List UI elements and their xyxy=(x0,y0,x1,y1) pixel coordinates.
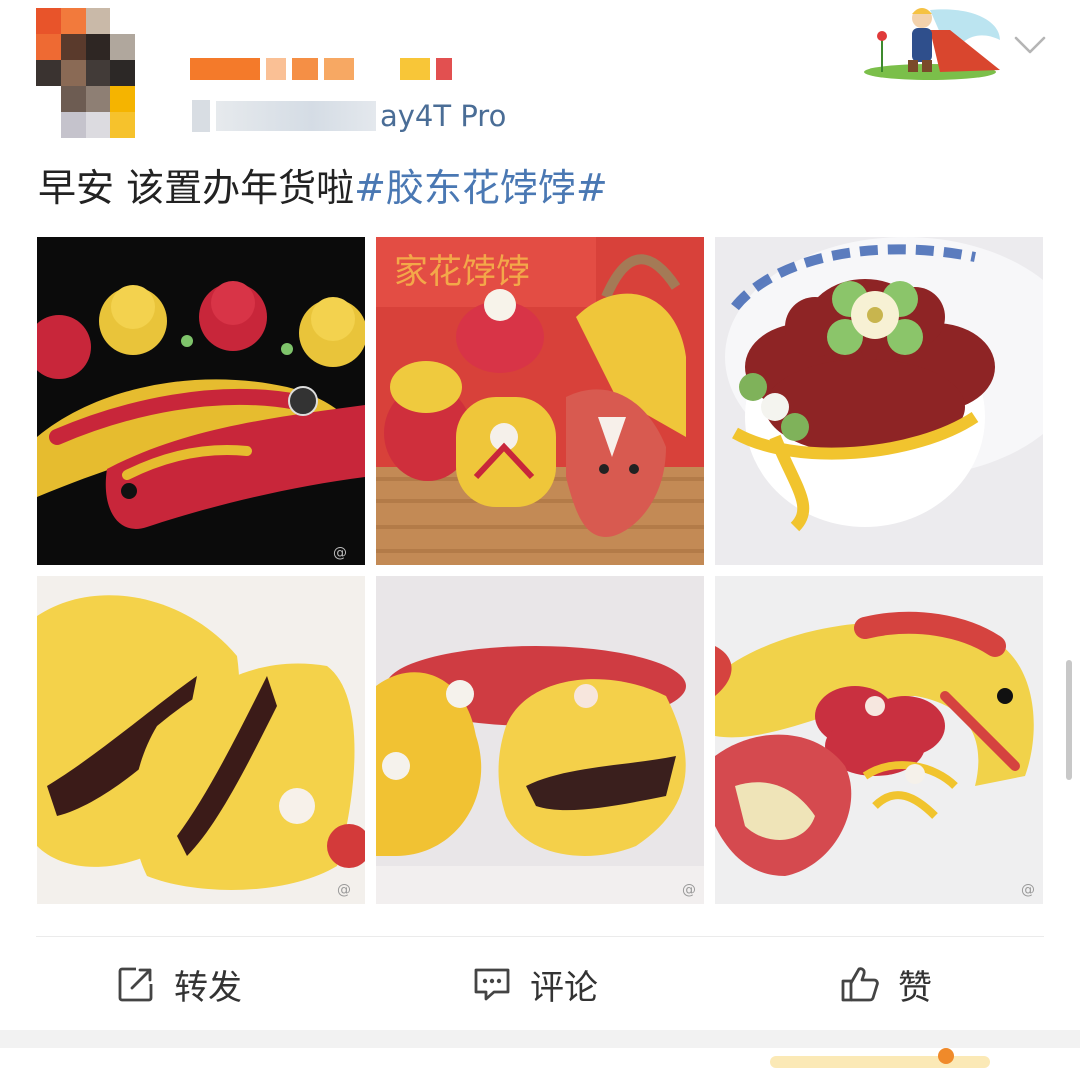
svg-text:@: @ xyxy=(333,545,347,561)
svg-text:@: @ xyxy=(682,882,696,898)
source-device: ay4T Pro xyxy=(380,99,507,133)
repost-label: 转发 xyxy=(174,967,242,1008)
hashtag-link[interactable]: #胶东花饽饽# xyxy=(354,166,608,210)
svg-text:家花饽饽: 家花饽饽 xyxy=(394,252,530,292)
post-source: ay4T Pro xyxy=(192,96,506,136)
next-post-card xyxy=(0,1048,1080,1068)
thumbs-up-icon xyxy=(841,967,879,1002)
photo-1[interactable]: @ xyxy=(37,237,365,565)
share-icon xyxy=(118,967,153,1002)
comment-button[interactable]: 评论 xyxy=(472,952,598,1016)
weibo-post-card: ay4T Pro 早安 该置办年货啦#胶东花饽饽# @ 家花饽饽 @ @ @ 转… xyxy=(0,0,1080,1068)
comment-label: 评论 xyxy=(530,967,598,1008)
post-text: 早安 该置办年货啦#胶东花饽饽# xyxy=(38,160,608,216)
chevron-down-icon[interactable] xyxy=(1012,30,1048,60)
photo-5[interactable]: @ xyxy=(376,576,704,904)
photo-3[interactable] xyxy=(715,237,1043,565)
repost-button[interactable]: 转发 xyxy=(116,952,242,1016)
like-label: 赞 xyxy=(898,967,932,1008)
decor-sticker xyxy=(864,8,1000,80)
svg-text:@: @ xyxy=(1021,882,1035,898)
source-mask xyxy=(216,101,376,131)
photo-6[interactable]: @ xyxy=(715,576,1043,904)
photo-2[interactable]: 家花饽饽 xyxy=(376,237,704,565)
like-button[interactable]: 赞 xyxy=(840,952,932,1016)
comment-icon xyxy=(474,968,510,1001)
photo-4[interactable]: @ xyxy=(37,576,365,904)
divider xyxy=(36,936,1044,937)
avatar[interactable] xyxy=(36,8,160,138)
scrollbar[interactable] xyxy=(1066,660,1072,780)
source-mask xyxy=(192,100,210,132)
post-body: 早安 该置办年货啦 xyxy=(38,166,355,210)
username[interactable] xyxy=(190,50,490,88)
next-post-decor xyxy=(770,1048,990,1068)
svg-text:@: @ xyxy=(337,882,351,898)
